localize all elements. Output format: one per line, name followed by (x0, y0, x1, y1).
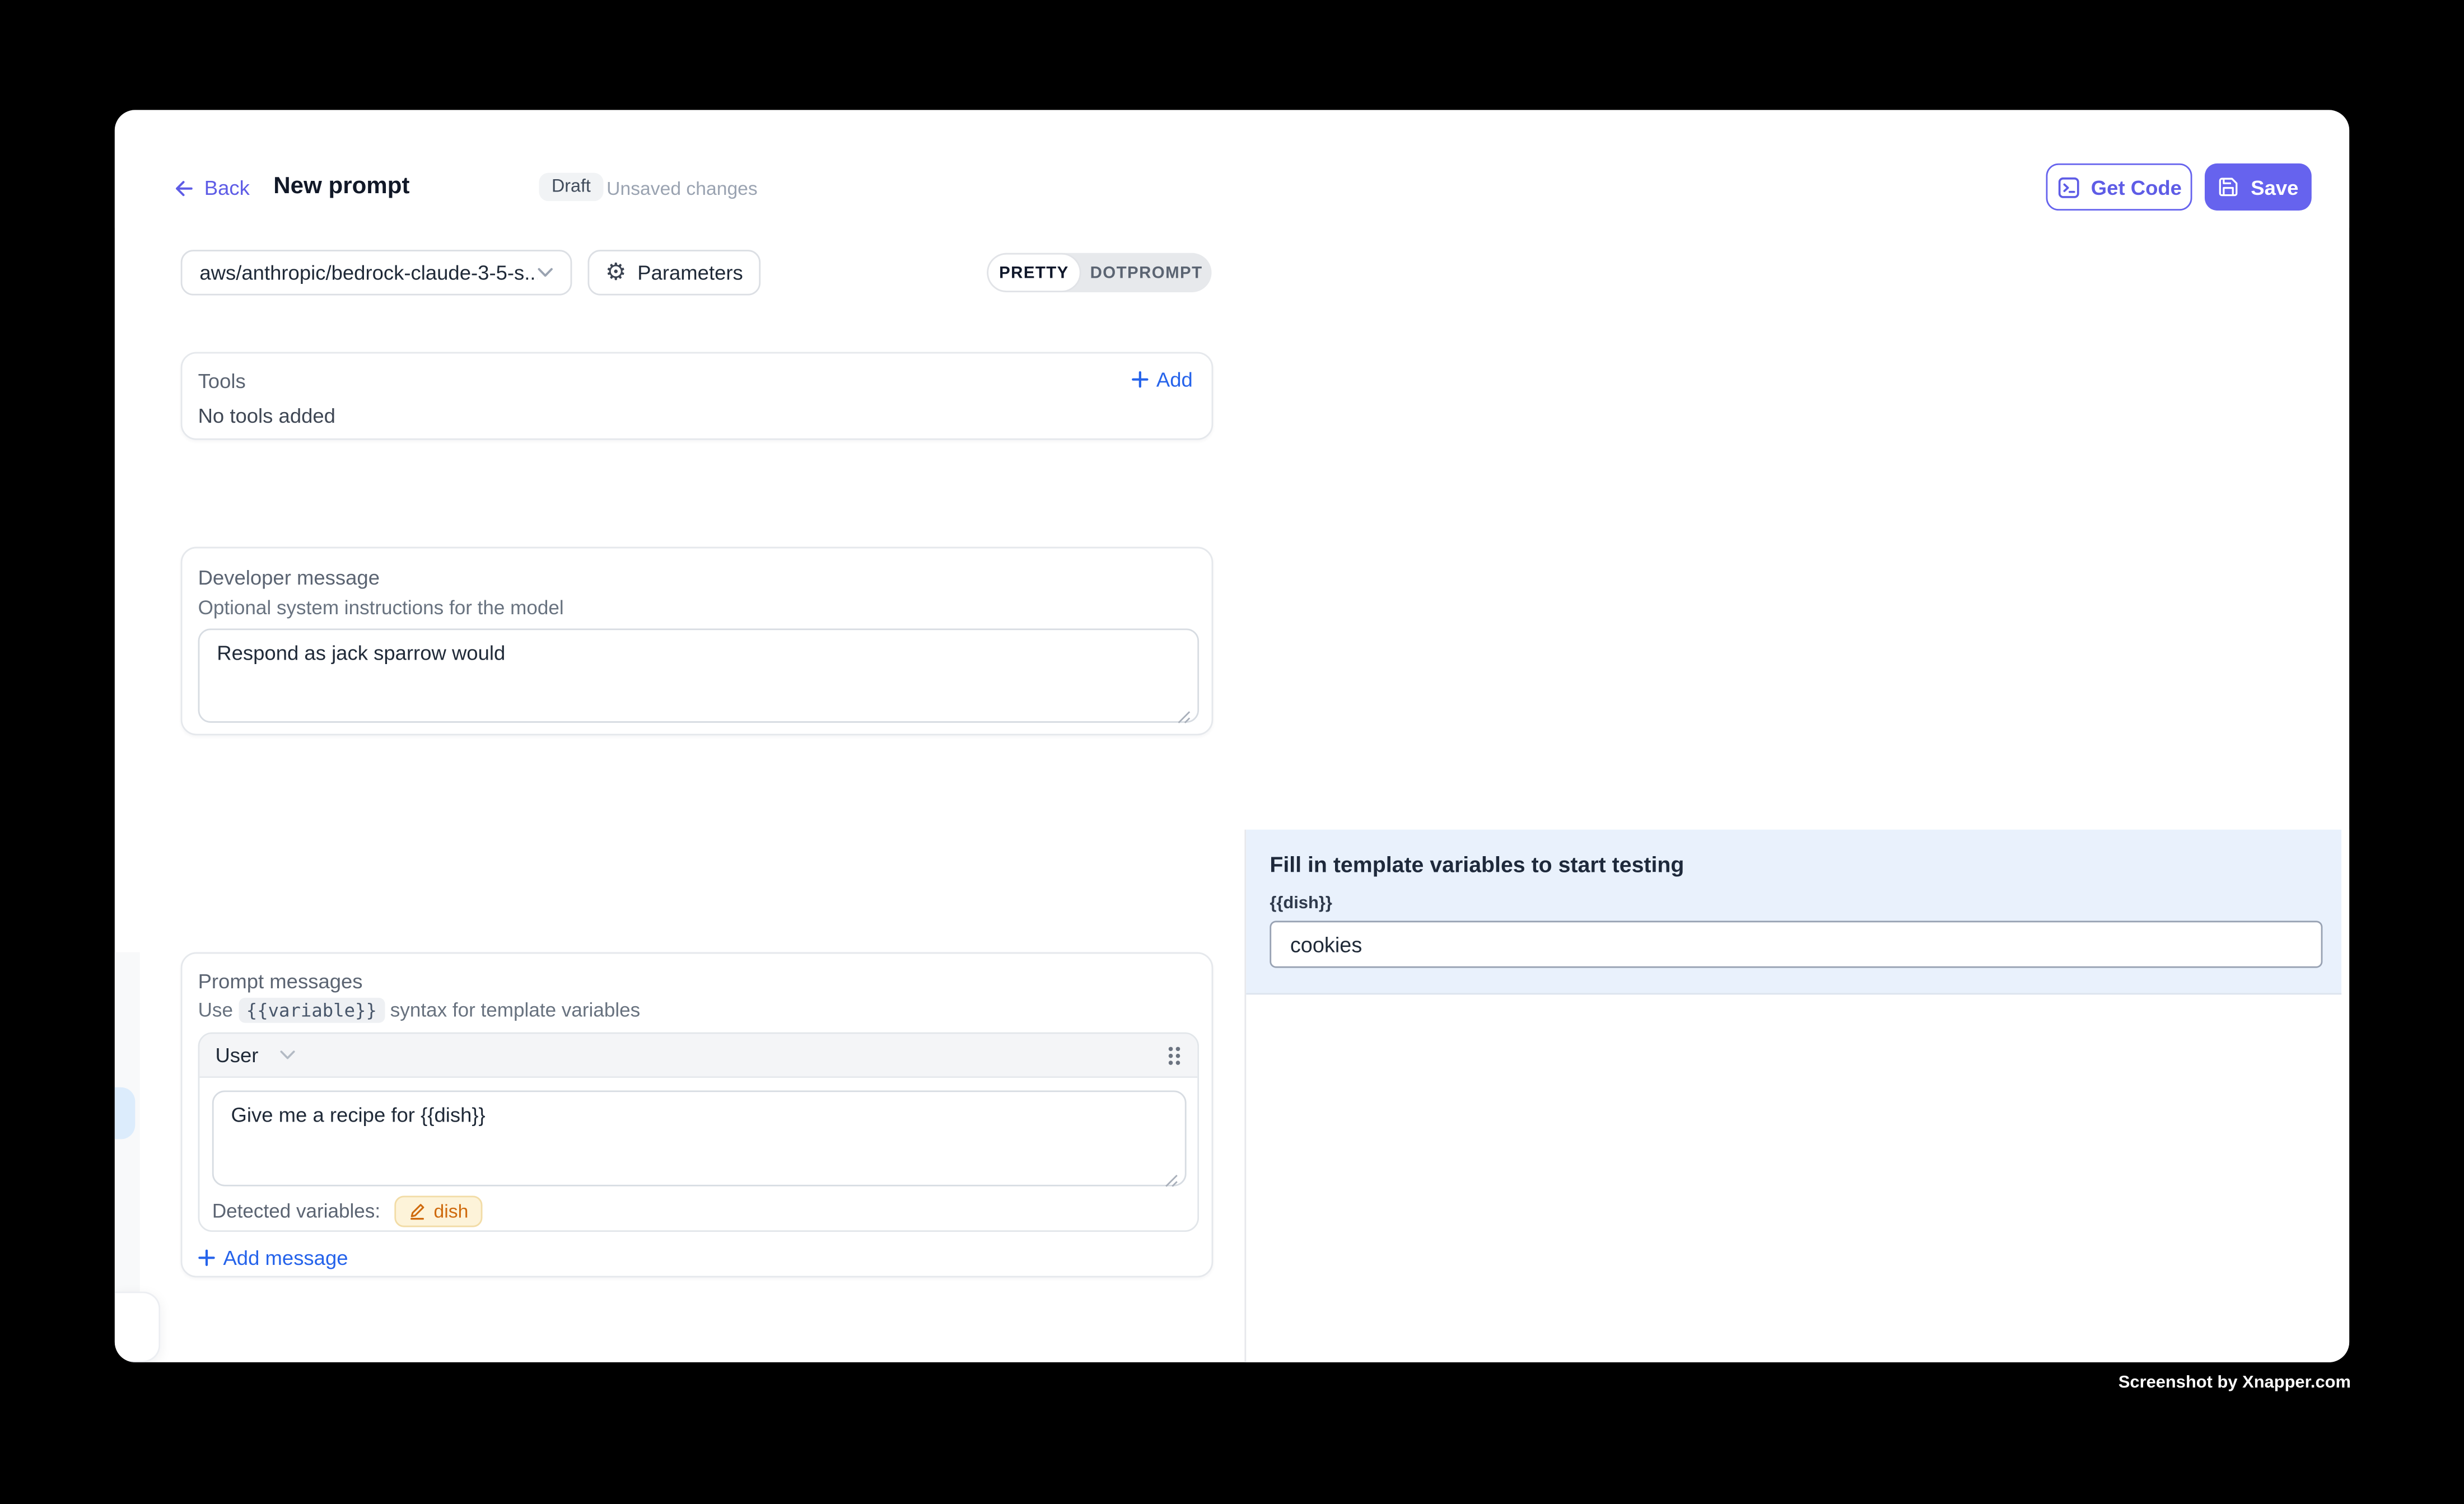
pencil-icon (409, 1202, 426, 1221)
drag-dots-icon (1166, 1044, 1182, 1066)
developer-message-card: Developer message Optional system instru… (181, 547, 1214, 736)
add-message-button[interactable]: Add message (198, 1246, 348, 1269)
model-select-value: aws/anthropic/bedrock-claude-3-5-s... (199, 261, 537, 284)
drag-handle[interactable] (1166, 1044, 1182, 1066)
developer-message-textarea[interactable]: Respond as jack sparrow would (198, 628, 1199, 722)
view-mode-toggle: PRETTY DOTPROMPT (987, 253, 1211, 292)
message-header: User (199, 1034, 1197, 1078)
background-selected-item (115, 1087, 135, 1139)
screen: Back New prompt Draft Unsaved changes Ge… (0, 0, 2464, 1503)
back-button[interactable]: Back (173, 176, 250, 199)
syntax-suffix: syntax for template variables (390, 999, 640, 1021)
draft-status-badge: Draft (539, 173, 603, 202)
toggle-dotprompt[interactable]: DOTPROMPT (1081, 263, 1212, 282)
arrow-left-icon (173, 177, 195, 199)
message-content-textarea[interactable]: Give me a recipe for {{dish}} (212, 1090, 1187, 1186)
variable-name-label: {{dish}} (1270, 894, 1332, 913)
messages-card-syntax-hint: Use {{variable}} syntax for template var… (198, 999, 641, 1021)
save-label: Save (2251, 175, 2298, 199)
add-tool-label: Add (1156, 368, 1193, 391)
add-tool-button[interactable]: Add (1131, 368, 1193, 391)
page-title: New prompt (273, 173, 409, 200)
parameters-label: Parameters (637, 261, 743, 284)
unsaved-changes-text: Unsaved changes (606, 178, 758, 199)
get-code-button[interactable]: Get Code (2046, 164, 2192, 211)
variables-section-title: Fill in template variables to start test… (1270, 852, 1684, 877)
toggle-pretty[interactable]: PRETTY (987, 253, 1081, 292)
variable-chip[interactable]: dish (394, 1195, 482, 1227)
chevron-down-icon (281, 1049, 296, 1061)
detected-variables-row: Detected variables: dish (212, 1195, 483, 1227)
variable-chip-label: dish (434, 1201, 469, 1222)
gear-icon: ⚙ (605, 261, 627, 284)
test-panel: Fill in template variables to start test… (1244, 830, 2349, 1362)
save-icon (2218, 176, 2239, 198)
terminal-icon (2056, 175, 2080, 199)
messages-card-title: Prompt messages (198, 969, 363, 993)
background-card-corner (115, 1292, 160, 1362)
plus-icon (198, 1249, 216, 1267)
prompt-messages-card: Prompt messages Use {{variable}} syntax … (181, 952, 1214, 1278)
message-block: User Give me a recipe for {{dish}} Detec… (198, 1033, 1199, 1232)
tools-card-title: Tools (198, 369, 246, 393)
variable-value-input[interactable] (1270, 921, 2322, 968)
get-code-label: Get Code (2091, 175, 2182, 199)
variable-syntax-code: {{variable}} (239, 998, 385, 1023)
tools-empty-text: No tools added (198, 404, 335, 427)
save-button[interactable]: Save (2205, 164, 2312, 211)
role-select[interactable]: User (215, 1043, 296, 1067)
syntax-prefix: Use (198, 999, 233, 1021)
app-window: Back New prompt Draft Unsaved changes Ge… (115, 110, 2349, 1362)
plus-icon (1131, 371, 1149, 388)
parameters-button[interactable]: ⚙ Parameters (587, 250, 760, 295)
detected-variables-label: Detected variables: (212, 1201, 380, 1222)
back-label: Back (204, 176, 250, 199)
variables-section: Fill in template variables to start test… (1246, 830, 2341, 995)
developer-card-title: Developer message (198, 566, 380, 589)
tools-card: Tools Add No tools added (181, 352, 1214, 440)
watermark-text: Screenshot by Xnapper.com (2118, 1374, 2351, 1393)
developer-card-subtitle: Optional system instructions for the mod… (198, 597, 564, 619)
role-select-value: User (215, 1043, 258, 1067)
model-select[interactable]: aws/anthropic/bedrock-claude-3-5-s... (181, 250, 572, 295)
add-message-label: Add message (223, 1246, 348, 1269)
chevron-down-icon (538, 267, 553, 278)
header: Back New prompt Draft Unsaved changes Ge… (115, 110, 2349, 227)
